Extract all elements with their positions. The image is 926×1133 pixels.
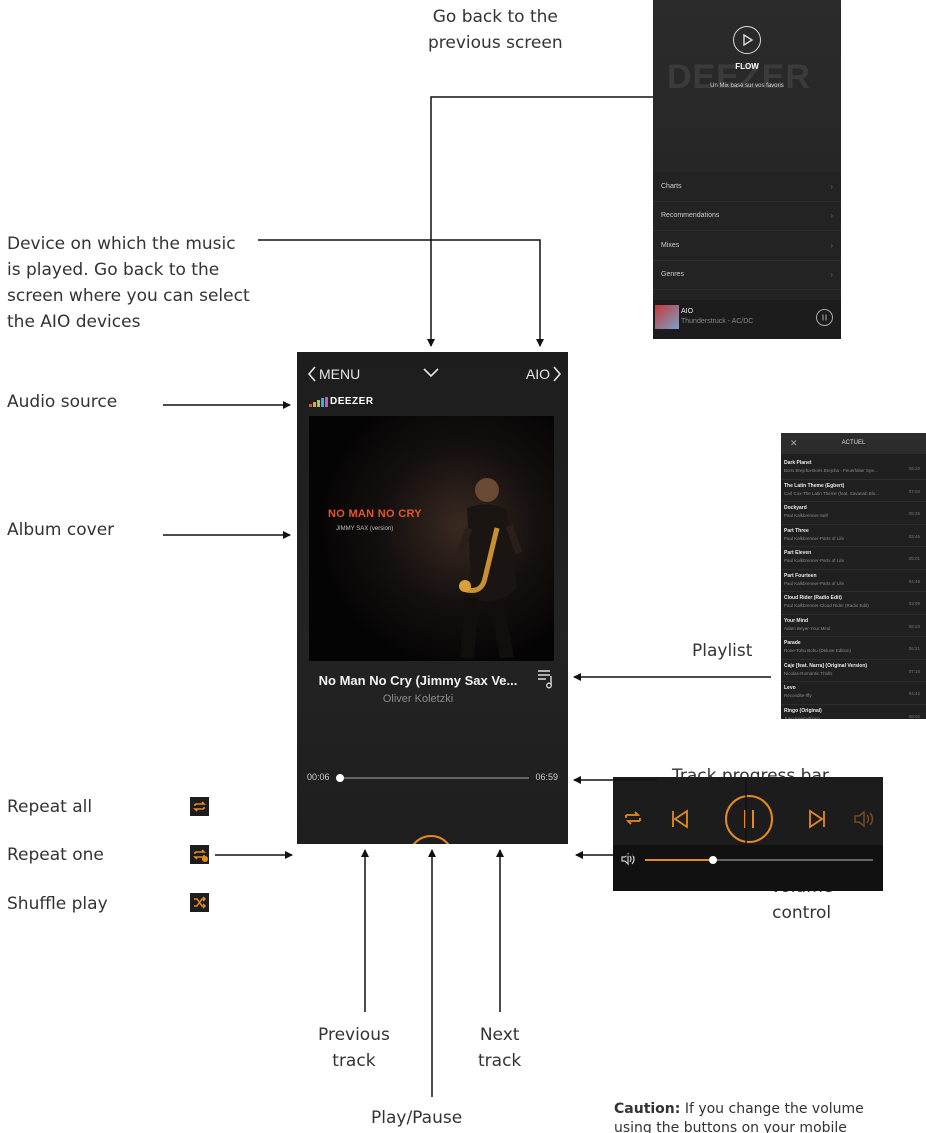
arrow-device (258, 239, 544, 347)
callout-lines (163, 96, 771, 1097)
arrow-volume (575, 777, 747, 859)
arrow-go-back (427, 96, 653, 347)
